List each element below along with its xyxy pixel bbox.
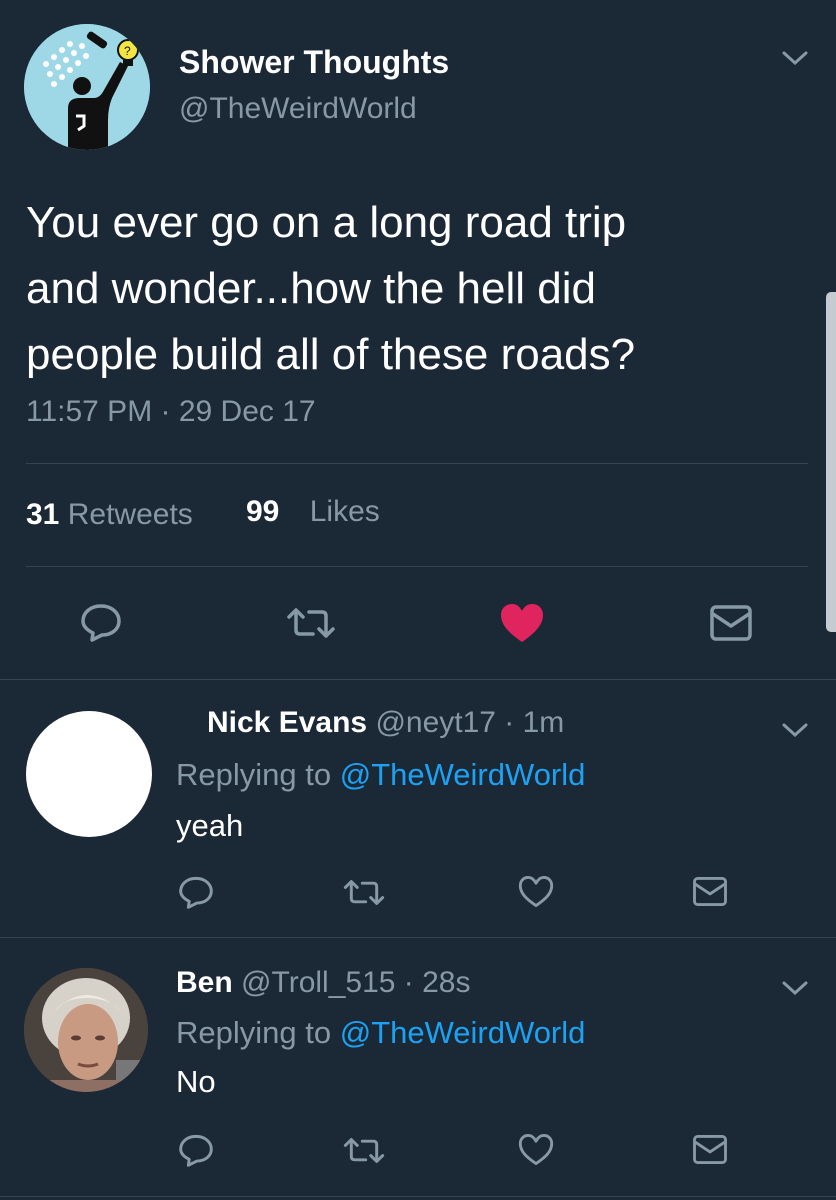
divider [0, 1196, 836, 1197]
chevron-down-icon[interactable] [781, 722, 809, 738]
retweet-count: 31 [26, 498, 60, 531]
replying-to: Replying to @TheWeirdWorld [176, 757, 585, 793]
message-icon[interactable] [709, 604, 753, 642]
divider [0, 937, 836, 938]
reply-icon[interactable] [178, 875, 214, 909]
message-icon[interactable] [692, 1134, 728, 1165]
reply-text: No [176, 1064, 216, 1099]
like-stat[interactable]: 99 Likes [246, 495, 380, 529]
replying-to-prefix: Replying to [176, 757, 332, 792]
tweet-text-line: and wonder...how the hell did [26, 264, 596, 313]
main-handle[interactable]: @TheWeirdWorld [179, 92, 417, 126]
like-icon[interactable] [517, 874, 555, 909]
message-icon[interactable] [692, 876, 728, 907]
retweet-stat[interactable]: 31 Retweets [26, 498, 193, 532]
reply-display-name[interactable]: Nick Evans [207, 706, 367, 739]
like-label: Likes [309, 495, 380, 528]
reply-icon[interactable] [178, 1133, 214, 1167]
replying-to: Replying to @TheWeirdWorld [176, 1015, 585, 1051]
tweet-timestamp[interactable]: 11:57 PM · 29 Dec 17 [26, 395, 316, 429]
main-display-name[interactable]: Shower Thoughts [179, 44, 449, 81]
reply-meta[interactable]: @neyt17 · 1m [375, 706, 564, 739]
tweet-text-line: You ever go on a long road trip [26, 198, 627, 247]
retweet-icon[interactable] [342, 1136, 386, 1165]
like-icon[interactable] [517, 1132, 555, 1167]
divider [26, 566, 808, 567]
scrollbar-thumb[interactable] [826, 292, 836, 632]
reply-icon[interactable] [80, 602, 122, 642]
replying-to-handle-link[interactable]: @TheWeirdWorld [340, 757, 586, 792]
chevron-down-icon[interactable] [781, 50, 809, 66]
shower-logo-icon: ? [24, 24, 150, 150]
avatar[interactable] [26, 711, 152, 837]
reply-header: Ben @Troll_515 · 28s [176, 966, 470, 1000]
shower-thoughts-avatar[interactable]: ? [24, 24, 150, 150]
retweet-icon[interactable] [342, 878, 386, 907]
svg-text:?: ? [124, 44, 131, 58]
replying-to-handle-link[interactable]: @TheWeirdWorld [340, 1015, 586, 1050]
reply-text: yeah [176, 808, 244, 843]
tweet-text-line: people build all of these roads? [26, 330, 636, 379]
retweet-icon[interactable] [285, 606, 337, 640]
reply-meta[interactable]: @Troll_515 · 28s [241, 966, 470, 999]
replying-to-prefix: Replying to [176, 1015, 332, 1050]
like-count: 99 [246, 495, 280, 528]
avatar[interactable] [24, 968, 148, 1092]
reply-header: Nick Evans @neyt17 · 1m [207, 706, 564, 740]
tweet-text: You ever go on a long road trip and wond… [26, 190, 635, 388]
like-icon[interactable] [499, 602, 545, 644]
chevron-down-icon[interactable] [781, 980, 809, 996]
retweet-label: Retweets [67, 498, 193, 531]
divider [26, 463, 808, 464]
divider [0, 679, 836, 680]
profile-photo [24, 968, 148, 1092]
reply-display-name[interactable]: Ben [176, 966, 233, 999]
